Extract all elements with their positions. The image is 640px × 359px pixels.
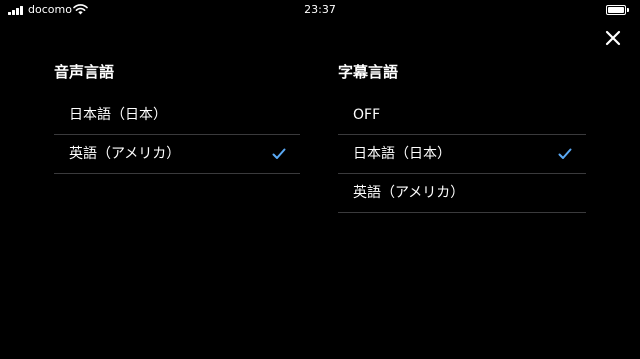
option-label: 日本語（日本） bbox=[353, 146, 451, 162]
subtitle-language-section: 字幕言語 OFF 日本語（日本） 英語（アメリカ） bbox=[338, 62, 586, 213]
checkmark-icon bbox=[558, 148, 572, 159]
audio-language-list: 日本語（日本） 英語（アメリカ） bbox=[54, 96, 300, 174]
subtitle-option-off[interactable]: OFF bbox=[338, 96, 586, 135]
audio-language-title: 音声言語 bbox=[54, 63, 115, 81]
close-icon bbox=[605, 30, 621, 46]
subtitle-language-list: OFF 日本語（日本） 英語（アメリカ） bbox=[338, 96, 586, 213]
checkmark-icon bbox=[272, 148, 286, 159]
battery-icon bbox=[606, 5, 629, 15]
audio-option-english-us[interactable]: 英語（アメリカ） bbox=[54, 135, 300, 174]
status-bar: docomo 23:37 bbox=[0, 0, 640, 20]
subtitle-option-japanese[interactable]: 日本語（日本） bbox=[338, 135, 586, 174]
option-label: 日本語（日本） bbox=[69, 107, 167, 123]
status-time: 23:37 bbox=[304, 3, 336, 16]
subtitle-language-title: 字幕言語 bbox=[338, 63, 399, 81]
option-label: 英語（アメリカ） bbox=[353, 185, 465, 201]
option-label: OFF bbox=[353, 107, 381, 123]
audio-language-section: 音声言語 日本語（日本） 英語（アメリカ） bbox=[54, 62, 300, 174]
subtitle-option-english-us[interactable]: 英語（アメリカ） bbox=[338, 174, 586, 213]
language-settings-screen: docomo 23:37 音声言語 日本語（日本） 英語（アメリカ） 字幕言語 … bbox=[0, 0, 640, 359]
close-button[interactable] bbox=[602, 27, 624, 49]
option-label: 英語（アメリカ） bbox=[69, 146, 181, 162]
audio-option-japanese[interactable]: 日本語（日本） bbox=[54, 96, 300, 135]
